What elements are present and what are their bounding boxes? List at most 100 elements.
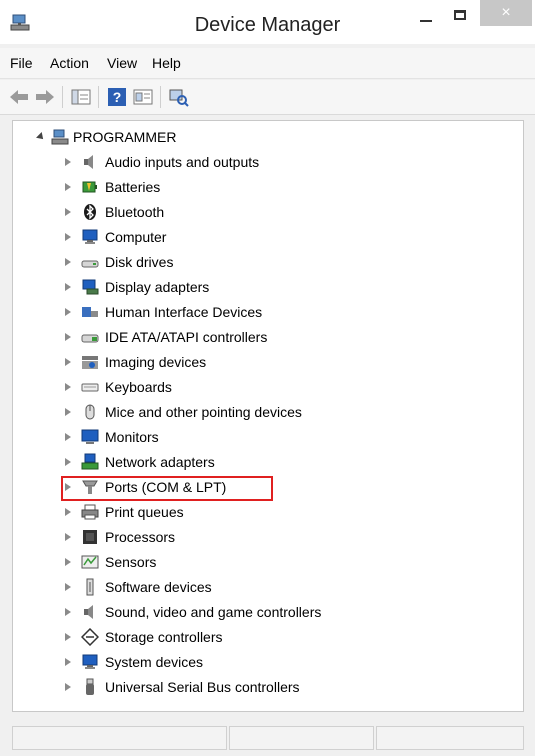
title-bar[interactable]: Device Manager × [0, 0, 535, 44]
tree-item-label: Computer [105, 229, 167, 245]
tree-item-label: Imaging devices [105, 354, 207, 370]
network-adapter-icon [81, 453, 99, 471]
help-icon[interactable]: ? [106, 87, 128, 107]
expand-arrow-icon[interactable] [65, 658, 71, 666]
expand-arrow-icon[interactable] [65, 683, 71, 691]
tree-item-storage-controllers[interactable]: Storage controllers [13, 626, 513, 648]
status-pane-2 [229, 726, 374, 750]
expand-arrow-icon[interactable] [65, 208, 71, 216]
tree-item-label: Bluetooth [105, 204, 165, 220]
tree-item-universal-serial-bus-controllers[interactable]: Universal Serial Bus controllers [13, 676, 513, 698]
expand-arrow-icon[interactable] [65, 333, 71, 341]
close-button[interactable]: × [480, 0, 532, 26]
tree-item-label: Keyboards [105, 379, 172, 395]
expand-arrow-icon[interactable] [65, 183, 71, 191]
expand-arrow-icon[interactable] [65, 458, 71, 466]
tree-item-label: Mice and other pointing devices [105, 404, 302, 420]
expand-toggle-icon[interactable] [36, 132, 46, 142]
port-icon [81, 478, 99, 496]
tree-item-label: Universal Serial Bus controllers [105, 679, 300, 695]
menu-action[interactable]: Action [50, 55, 89, 71]
toolbar-separator [160, 86, 161, 108]
tree-item-label: Batteries [105, 179, 161, 195]
tree-item-human-interface-devices[interactable]: Human Interface Devices [13, 301, 513, 323]
tree-item-processors[interactable]: Processors [13, 526, 513, 548]
tree-item-label: System devices [105, 654, 204, 670]
expand-arrow-icon[interactable] [65, 533, 71, 541]
tree-item-imaging-devices[interactable]: Imaging devices [13, 351, 513, 373]
maximize-button[interactable] [448, 4, 474, 32]
expand-arrow-icon[interactable] [65, 508, 71, 516]
tree-item-ide-ata-atapi-controllers[interactable]: IDE ATA/ATAPI controllers [13, 326, 513, 348]
processor-icon [81, 528, 99, 546]
toolbar: ? [0, 80, 535, 115]
computer-root-icon [51, 128, 69, 146]
expand-arrow-icon[interactable] [65, 633, 71, 641]
expand-arrow-icon[interactable] [65, 408, 71, 416]
tree-item-disk-drives[interactable]: Disk drives [13, 251, 513, 273]
menu-help[interactable]: Help [152, 55, 181, 71]
expand-arrow-icon[interactable] [65, 158, 71, 166]
speaker-icon [81, 153, 99, 171]
tree-item-display-adapters[interactable]: Display adapters [13, 276, 513, 298]
menu-file[interactable]: File [10, 55, 33, 71]
show-hide-console-tree-icon[interactable] [70, 87, 92, 107]
tree-item-computer[interactable]: Computer [13, 226, 513, 248]
hid-icon [81, 303, 99, 321]
tree-item-label: Sound, video and game controllers [105, 604, 322, 620]
expand-arrow-icon[interactable] [65, 233, 71, 241]
expand-arrow-icon[interactable] [65, 608, 71, 616]
tree-item-system-devices[interactable]: System devices [13, 651, 513, 673]
scan-hardware-icon[interactable] [168, 87, 190, 107]
sensor-icon [81, 553, 99, 571]
expand-arrow-icon[interactable] [65, 308, 71, 316]
expand-arrow-icon[interactable] [65, 258, 71, 266]
menu-view[interactable]: View [107, 55, 137, 71]
software-device-icon [81, 578, 99, 596]
tree-item-label: Network adapters [105, 454, 215, 470]
forward-arrow-icon[interactable] [34, 87, 56, 107]
usb-icon [81, 678, 99, 696]
back-arrow-icon[interactable] [8, 87, 30, 107]
expand-arrow-icon[interactable] [65, 558, 71, 566]
disk-drive-icon [81, 253, 99, 271]
properties-icon[interactable] [132, 87, 154, 107]
tree-root-programmer[interactable]: PROGRAMMER [13, 126, 513, 148]
toolbar-separator [98, 86, 99, 108]
tree-item-batteries[interactable]: Batteries [13, 176, 513, 198]
tree-item-mice-and-other-pointing-devices[interactable]: Mice and other pointing devices [13, 401, 513, 423]
ide-controller-icon [81, 328, 99, 346]
tree-item-audio-inputs-and-outputs[interactable]: Audio inputs and outputs [13, 151, 513, 173]
expand-arrow-icon[interactable] [65, 433, 71, 441]
monitor-icon [81, 428, 99, 446]
tree-item-network-adapters[interactable]: Network adapters [13, 451, 513, 473]
tree-item-bluetooth[interactable]: Bluetooth [13, 201, 513, 223]
tree-item-label: Audio inputs and outputs [105, 154, 260, 170]
minimize-button[interactable] [414, 6, 440, 34]
sound-controller-icon [81, 603, 99, 621]
tree-item-label: Storage controllers [105, 629, 223, 645]
device-tree[interactable]: PROGRAMMER Audio inputs and outputs Batte… [12, 120, 524, 712]
tree-item-sound-video-and-game-controllers[interactable]: Sound, video and game controllers [13, 601, 513, 623]
expand-arrow-icon[interactable] [65, 283, 71, 291]
expand-arrow-icon[interactable] [65, 483, 71, 491]
tree-item-software-devices[interactable]: Software devices [13, 576, 513, 598]
tree-item-ports-com-lpt[interactable]: Ports (COM & LPT) [13, 476, 513, 498]
tree-item-keyboards[interactable]: Keyboards [13, 376, 513, 398]
tree-item-label: Software devices [105, 579, 212, 595]
expand-arrow-icon[interactable] [65, 583, 71, 591]
tree-item-print-queues[interactable]: Print queues [13, 501, 513, 523]
printer-icon [81, 503, 99, 521]
tree-item-sensors[interactable]: Sensors [13, 551, 513, 573]
tree-item-label: Monitors [105, 429, 159, 445]
system-device-icon [81, 653, 99, 671]
tree-item-monitors[interactable]: Monitors [13, 426, 513, 448]
tree-item-label: Ports (COM & LPT) [105, 479, 227, 495]
tree-item-label: Sensors [105, 554, 157, 570]
status-bar [0, 718, 535, 756]
toolbar-separator [62, 86, 63, 108]
expand-arrow-icon[interactable] [65, 383, 71, 391]
expand-arrow-icon[interactable] [65, 358, 71, 366]
menu-bar: File Action View Help [0, 48, 535, 79]
svg-text:?: ? [113, 89, 122, 105]
